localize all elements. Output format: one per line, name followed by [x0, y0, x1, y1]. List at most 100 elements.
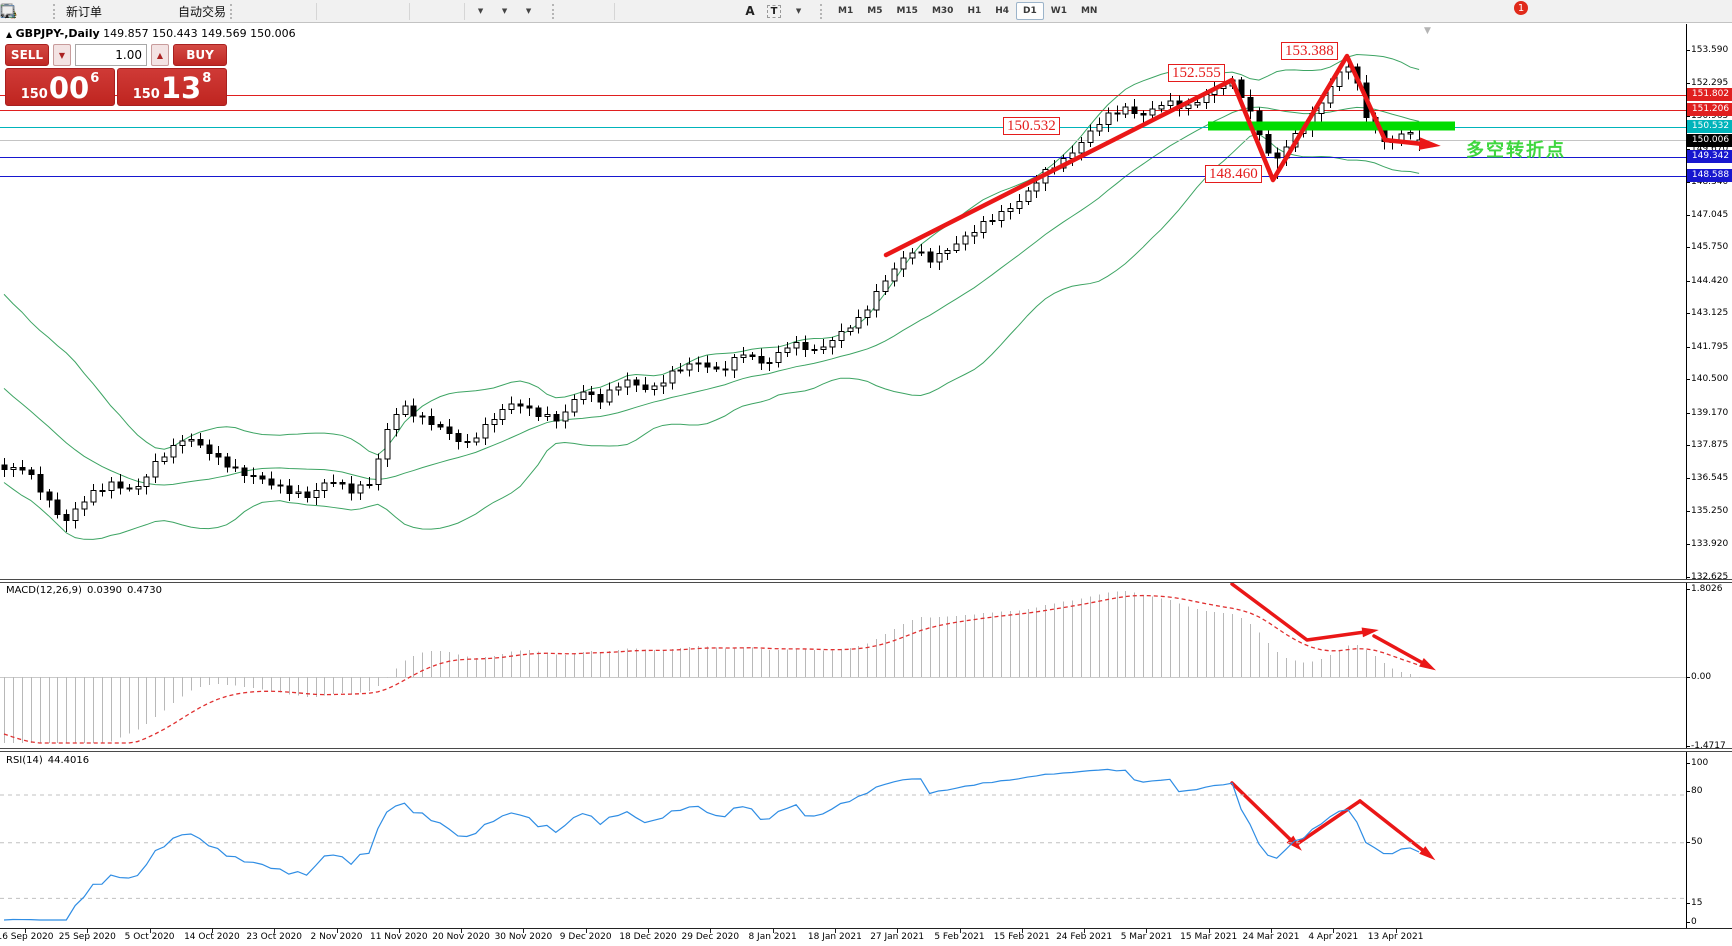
candle-body: [357, 484, 364, 494]
candlestick-chart-button[interactable]: [1, 1, 289, 21]
panel-splitter[interactable]: [0, 748, 1732, 752]
new-order-button[interactable]: 新订单: [1, 1, 104, 21]
candle-body: [1033, 182, 1040, 192]
price-tag-label[interactable]: 148.460: [1205, 165, 1262, 183]
indicators-button[interactable]: ▼: [0, 1, 492, 21]
candle-body: [250, 475, 257, 478]
candle-body: [1140, 112, 1147, 116]
horizontal-line-tool[interactable]: [1, 1, 666, 21]
tile-windows-button[interactable]: [1, 1, 406, 21]
candle-body: [580, 391, 587, 400]
timeframe-M15[interactable]: M15: [889, 2, 924, 20]
main-chart-panel[interactable]: [0, 24, 1732, 579]
candle-body: [660, 382, 667, 387]
trend-arrow[interactable]: [1295, 799, 1362, 846]
sell-button[interactable]: SELL: [5, 44, 49, 66]
auto-scroll-button[interactable]: [2, 1, 461, 21]
volume-down-button[interactable]: ▼: [53, 44, 71, 66]
bar-chart-button[interactable]: [2, 1, 265, 21]
candle-body: [81, 501, 88, 510]
candle-body: [695, 362, 702, 365]
candle-body: [731, 356, 738, 371]
periods-button[interactable]: ▼: [1, 1, 516, 21]
gold-icon[interactable]: [0, 1, 128, 21]
trend-arrow[interactable]: [1230, 781, 1299, 848]
timeframe-W1[interactable]: W1: [1044, 2, 1074, 20]
price-line-badge: 151.206: [1687, 103, 1732, 117]
timeframe-M1[interactable]: M1: [831, 2, 860, 20]
market-watch-button[interactable]: [0, 1, 51, 21]
label-tool[interactable]: T: [762, 1, 786, 21]
price-tag-label[interactable]: 153.388: [1281, 42, 1338, 60]
cursor-tool-button[interactable]: [3, 1, 587, 21]
community-icon[interactable]: [1, 1, 152, 21]
templates-button[interactable]: ▼: [0, 1, 540, 21]
date-tick: [523, 929, 524, 933]
date-tick: [586, 929, 587, 933]
panel-splitter[interactable]: [0, 579, 1732, 583]
candle-body: [72, 508, 79, 522]
candle-body: [366, 483, 373, 486]
trendline-tool[interactable]: [1, 1, 690, 21]
toolbar-grip: [820, 3, 827, 19]
price-tick: 143.125: [1691, 308, 1729, 319]
notification-count-badge: 1: [1514, 1, 1528, 15]
candle-body: [766, 361, 773, 364]
buy-button[interactable]: BUY: [173, 44, 227, 66]
candle-body: [811, 348, 818, 351]
timeframe-M30[interactable]: M30: [925, 2, 960, 20]
candle-body: [1407, 131, 1414, 135]
trend-note-text[interactable]: 多空转折点: [1466, 136, 1566, 162]
notifications-button[interactable]: 1: [1, 1, 1537, 21]
line-chart-button[interactable]: [0, 1, 313, 21]
vertical-line-tool[interactable]: [6, 1, 642, 21]
toolbar-separator: [614, 2, 616, 20]
candle-body: [1247, 97, 1254, 112]
chart-shift-button[interactable]: [2, 1, 437, 21]
candle-body: [1122, 106, 1129, 115]
collapse-marker-icon[interactable]: ▲: [6, 30, 12, 39]
arrows-tool[interactable]: ▼: [2, 1, 810, 21]
green-zone-bar[interactable]: [1208, 121, 1455, 131]
rsi-panel[interactable]: [0, 752, 1732, 928]
sell-price-button[interactable]: 150 00 6: [5, 68, 115, 106]
text-tool[interactable]: A: [738, 1, 762, 21]
zoom-out-button[interactable]: [1, 1, 368, 21]
timeframe-H1[interactable]: H1: [960, 2, 988, 20]
fibonacci-tool[interactable]: F: [1, 1, 738, 21]
zoom-in-button[interactable]: [1, 1, 344, 21]
candle-body: [749, 354, 756, 357]
timeframe-D1[interactable]: D1: [1016, 2, 1044, 20]
trend-arrow[interactable]: [1230, 582, 1374, 642]
date-tick: [1022, 929, 1023, 933]
macd-panel[interactable]: [0, 582, 1732, 748]
price-tag-label[interactable]: 152.555: [1168, 64, 1225, 82]
chart-shift-marker-icon[interactable]: ▼: [1424, 26, 1431, 36]
search-icon[interactable]: [1, 1, 1513, 21]
rsi-tick: 100: [1691, 758, 1709, 768]
sell-price-big: 00: [48, 71, 90, 105]
trend-arrow[interactable]: [883, 53, 1435, 258]
autotrading-button[interactable]: 自动交易: [0, 1, 228, 21]
candle-body: [28, 469, 35, 476]
channel-tool[interactable]: E: [0, 1, 714, 21]
volume-input[interactable]: 1.00: [75, 44, 147, 66]
buy-price-button[interactable]: 150 13 8: [117, 68, 227, 106]
dropdown-caret: ▼: [501, 7, 508, 15]
candle-body: [63, 513, 70, 522]
date-tick: [274, 929, 275, 933]
price-line-badge: 149.342: [1687, 150, 1732, 164]
candle-body: [1007, 208, 1014, 213]
volume-up-button[interactable]: ▲: [151, 44, 169, 66]
timeframe-H4[interactable]: H4: [988, 2, 1016, 20]
candle-body: [944, 250, 951, 255]
candle-body: [597, 393, 604, 403]
timeframe-M5[interactable]: M5: [860, 2, 889, 20]
crosshair-tool-button[interactable]: [1, 1, 611, 21]
signals-icon[interactable]: [2, 1, 176, 21]
timeframe-MN[interactable]: MN: [1074, 2, 1105, 20]
date-tick: [1084, 929, 1085, 933]
trend-arrow[interactable]: [1358, 799, 1432, 858]
candle-body: [393, 413, 400, 431]
price-tag-label[interactable]: 150.532: [1003, 117, 1060, 135]
